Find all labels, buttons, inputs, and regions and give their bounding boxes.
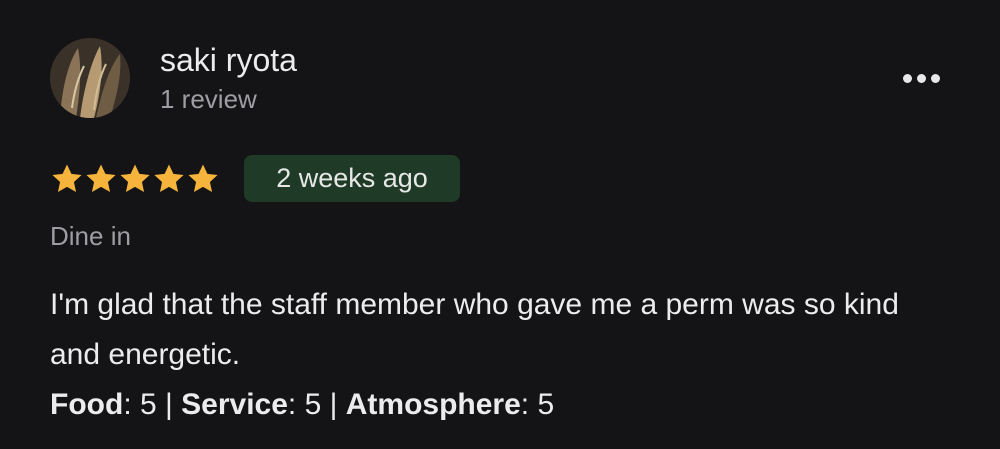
rating-label-atmosphere: Atmosphere [345, 388, 521, 421]
service-type-label: Dine in [50, 221, 131, 251]
more-options-button[interactable] [892, 58, 950, 98]
avatar[interactable] [50, 38, 130, 118]
avatar-image [50, 38, 130, 118]
rating-label-service: Service [181, 388, 288, 421]
star-icon [86, 164, 116, 193]
more-horizontal-icon [930, 73, 940, 83]
star-icon [188, 164, 218, 193]
more-horizontal-icon [916, 73, 926, 83]
reviewer-review-count: 1 review [160, 84, 257, 114]
rating-value-service: 5 [304, 388, 322, 421]
rating-value-atmosphere: 5 [537, 388, 555, 421]
star-icon [52, 164, 82, 193]
rating-value-food: 5 [139, 388, 157, 421]
more-horizontal-icon [902, 73, 912, 83]
category-ratings: Food: 5 | Service: 5 | Atmosphere: 5 [50, 388, 555, 421]
star-icon [120, 164, 150, 193]
rating-label-food: Food [50, 388, 124, 421]
star-rating [50, 162, 220, 198]
review-time-badge: 2 weeks ago [244, 155, 460, 202]
star-icon [154, 164, 184, 193]
reviewer-name[interactable]: saki ryota [160, 40, 297, 80]
review-text: I'm glad that the staff member who gave … [50, 288, 899, 371]
